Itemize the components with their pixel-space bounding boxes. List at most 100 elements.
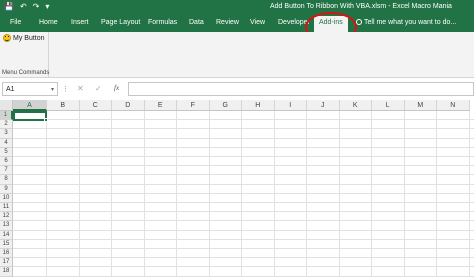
row-header-14[interactable]: 14	[0, 230, 13, 240]
column-header-d[interactable]: D	[112, 100, 145, 111]
gridline-vertical	[468, 111, 470, 277]
row-header-13[interactable]: 13	[0, 221, 13, 231]
gridline-horizontal	[13, 137, 474, 139]
row-header-2[interactable]: 2	[0, 120, 13, 130]
drag-handle-icon[interactable]: ⋮	[62, 85, 69, 93]
tab-insert[interactable]: Insert	[71, 19, 89, 26]
my-button-label: My Button	[13, 34, 45, 42]
chevron-down-icon[interactable]: ▾	[51, 86, 54, 93]
gridline-vertical	[111, 111, 112, 277]
tab-developer[interactable]: Developer	[278, 19, 310, 26]
quick-access-toolbar: 💾 ↶ ↷ ▾	[4, 2, 49, 12]
gridline-horizontal	[13, 156, 474, 157]
gridline-vertical	[338, 111, 340, 277]
menu-commands-group: My Button Menu Commands	[0, 32, 49, 78]
row-header-11[interactable]: 11	[0, 203, 13, 213]
column-header-c[interactable]: C	[79, 100, 112, 111]
gridline-horizontal	[13, 183, 474, 185]
gridline-horizontal	[13, 128, 474, 130]
insert-function-icon[interactable]: fx	[114, 84, 119, 92]
row-header-12[interactable]: 12	[0, 212, 13, 222]
column-header-g[interactable]: G	[209, 100, 242, 111]
my-button[interactable]: My Button	[3, 34, 45, 42]
gridline-vertical	[46, 111, 47, 277]
tell-me-search[interactable]: Tell me what you want to do...	[356, 19, 456, 26]
fill-handle[interactable]	[44, 118, 48, 122]
column-header-i[interactable]: I	[274, 100, 307, 111]
ribbon-tabs: File Home Insert Page Layout Formulas Da…	[0, 15, 474, 32]
save-icon[interactable]: 💾	[4, 2, 14, 12]
row-header-10[interactable]: 10	[0, 193, 13, 203]
column-header-e[interactable]: E	[144, 100, 177, 111]
row-header-9[interactable]: 9	[0, 184, 13, 194]
active-cell-a1[interactable]	[13, 111, 47, 122]
tab-home[interactable]: Home	[39, 19, 58, 26]
redo-icon[interactable]: ↷	[33, 2, 40, 12]
gridline-horizontal	[13, 275, 474, 277]
gridline-horizontal	[13, 165, 474, 167]
cancel-icon[interactable]: ✕	[77, 84, 84, 93]
gridline-vertical	[78, 111, 80, 277]
window-title: Add Button To Ribbon With VBA.xlsm - Exc…	[270, 3, 452, 10]
tab-formulas[interactable]: Formulas	[148, 19, 177, 26]
lightbulb-icon	[356, 19, 362, 25]
gridline-horizontal	[13, 211, 474, 213]
formula-bar: A1 ▾ ⋮ ✕ ✓ fx	[0, 82, 474, 96]
tell-me-text: Tell me what you want to do...	[364, 19, 457, 26]
row-header-6[interactable]: 6	[0, 157, 13, 167]
gridline-horizontal	[13, 192, 474, 194]
tab-view[interactable]: View	[250, 19, 265, 26]
column-header-f[interactable]: F	[177, 100, 210, 111]
ribbon-panel: My Button Menu Commands	[0, 32, 474, 78]
column-header-n[interactable]: N	[437, 100, 470, 111]
enter-icon[interactable]: ✓	[95, 84, 102, 93]
row-header-18[interactable]: 18	[0, 267, 13, 277]
tab-data[interactable]: Data	[189, 19, 204, 26]
gridline-horizontal	[13, 119, 474, 121]
gridline-horizontal	[13, 266, 474, 268]
customize-qat-icon[interactable]: ▾	[45, 2, 49, 12]
row-header-15[interactable]: 15	[0, 239, 13, 249]
column-header-l[interactable]: L	[372, 100, 405, 111]
gridline-horizontal	[13, 146, 474, 148]
column-header-m[interactable]: M	[404, 100, 437, 111]
formula-input[interactable]	[128, 82, 474, 96]
spreadsheet-grid[interactable]: A B C D E F G H I J K L M N 1 2 3 4 5 6 7 8 9 10 11 12 13 14 15 16 17 1…	[0, 100, 474, 277]
row-header-17[interactable]: 17	[0, 258, 13, 268]
gridline-horizontal	[13, 229, 474, 231]
row-header-1[interactable]: 1	[0, 111, 13, 121]
gridline-vertical	[403, 111, 405, 277]
row-header-5[interactable]: 5	[0, 147, 13, 157]
gridline-vertical	[371, 111, 372, 277]
row-header-4[interactable]: 4	[0, 138, 13, 148]
row-header-8[interactable]: 8	[0, 175, 13, 185]
gridline-vertical	[143, 111, 145, 277]
row-header-3[interactable]: 3	[0, 129, 13, 139]
gridline-vertical	[436, 111, 437, 277]
title-bar: 💾 ↶ ↷ ▾ Add Button To Ribbon With VBA.xl…	[0, 0, 474, 15]
select-all-corner[interactable]	[0, 100, 13, 111]
row-header-7[interactable]: 7	[0, 166, 13, 176]
column-header-h[interactable]: H	[242, 100, 275, 111]
name-box[interactable]: A1 ▾	[2, 82, 58, 96]
gridline-horizontal	[13, 238, 474, 240]
gridline-horizontal	[13, 257, 474, 259]
gridline-vertical	[241, 111, 242, 277]
column-header-a[interactable]: A	[13, 100, 47, 111]
gridline-horizontal	[13, 202, 474, 203]
gridline-horizontal	[13, 248, 474, 249]
tab-add-ins[interactable]: Add-ins	[314, 16, 348, 32]
column-header-b[interactable]: B	[47, 100, 80, 111]
gridline-vertical	[273, 111, 275, 277]
tab-review[interactable]: Review	[216, 19, 239, 26]
name-box-value: A1	[6, 86, 15, 93]
gridline-vertical	[176, 111, 177, 277]
tab-file[interactable]: File	[10, 19, 21, 26]
tab-page-layout[interactable]: Page Layout	[101, 19, 140, 26]
column-header-j[interactable]: J	[307, 100, 340, 111]
group-label: Menu Commands	[2, 70, 50, 76]
row-header-16[interactable]: 16	[0, 249, 13, 259]
undo-icon[interactable]: ↶	[20, 2, 27, 12]
column-header-k[interactable]: K	[339, 100, 372, 111]
gridline-horizontal	[13, 174, 474, 176]
